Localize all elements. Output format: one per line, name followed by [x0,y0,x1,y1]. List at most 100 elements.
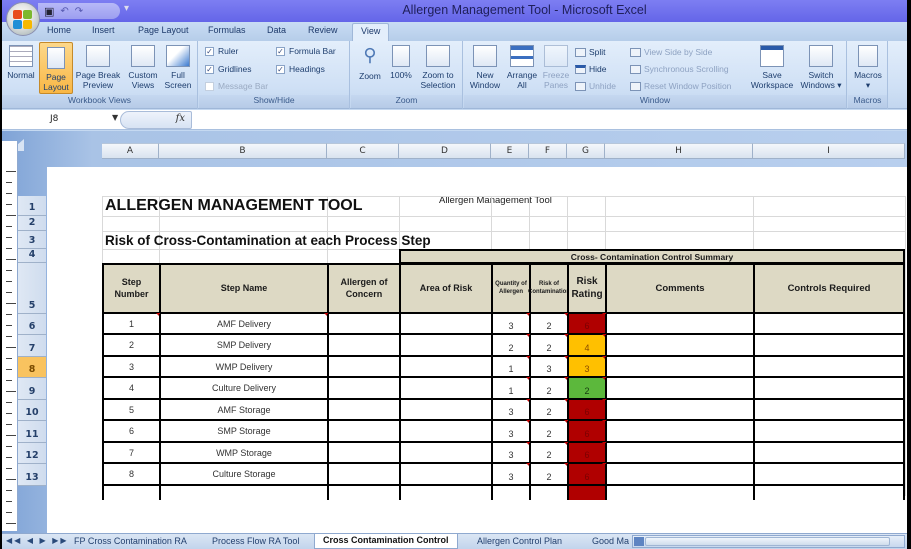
table-cell-name[interactable]: SMP Delivery [159,335,327,357]
table-cell-name[interactable]: WMP Storage [159,443,327,464]
redo-icon[interactable]: ↷ [75,6,83,17]
row-header-12[interactable]: 12 [18,443,46,464]
table-cell-name[interactable]: WMP Delivery [159,357,327,378]
split-button[interactable]: Split [575,47,606,57]
table-cell-comments[interactable] [605,378,753,400]
normal-view-button[interactable]: Normal [6,45,36,80]
table-header-step-number[interactable]: Step Number [102,263,159,314]
row-header-13[interactable]: 13 [18,464,46,486]
row-header-8[interactable]: 8 [18,357,46,378]
zoom-button[interactable]: ⚲ Zoom [355,45,385,81]
column-header-g[interactable]: G [567,143,605,159]
sheet-title[interactable]: ALLERGEN MANAGEMENT TOOL [105,196,362,216]
table-cell-area[interactable] [399,335,491,357]
scrollbar-thumb[interactable] [645,537,890,546]
page-break-preview-button[interactable]: Page Break Preview [74,45,122,90]
table-header-quantity-of-allergen[interactable]: Quantity of Allergen [491,263,529,314]
table-cell-rating[interactable]: 6 [567,399,606,421]
table-cell-step[interactable]: 2 [102,335,159,357]
headings-checkbox[interactable]: ✓ Headings [276,64,325,74]
save-workspace-button[interactable]: Save Workspace [748,45,796,90]
table-cell-comments[interactable] [605,335,753,357]
horizontal-scrollbar[interactable] [632,535,905,548]
table-cell-controls[interactable] [753,464,905,486]
column-header-a[interactable]: A [102,143,159,159]
tab-formulas[interactable]: Formulas [208,25,246,35]
table-cell-risk[interactable]: 2 [529,420,568,443]
table-cell-controls[interactable] [753,314,905,335]
arrange-all-button[interactable]: Arrange All [504,45,540,90]
table-header-controls-required[interactable]: Controls Required [753,263,905,314]
table-cell-step[interactable]: 3 [102,357,159,378]
table-cell-comments[interactable] [605,357,753,378]
table-cell-quantity[interactable]: 1 [491,356,530,378]
sheet-tab-process-flow-ra-tool[interactable]: Process Flow RA Tool [212,536,299,546]
row-header-4[interactable]: 4 [18,249,46,263]
formula-bar-checkbox[interactable]: ✓ Formula Bar [276,46,336,56]
row-header-6[interactable]: 6 [18,314,46,335]
table-cell-risk[interactable]: 2 [529,334,568,357]
table-cell-allergen[interactable] [327,400,399,421]
table-cell-risk[interactable]: 2 [529,442,568,464]
table-cell-name[interactable]: AMF Storage [159,400,327,421]
table-header-area-of-risk[interactable]: Area of Risk [399,263,491,314]
table-header-allergen-of-concern[interactable]: Allergen of Concern [327,263,399,314]
table-cell-area[interactable] [399,400,491,421]
full-screen-button[interactable]: Full Screen [162,45,194,90]
table-cell-risk[interactable]: 3 [529,356,568,378]
row-header-5[interactable]: 5 [18,263,46,314]
tab-insert[interactable]: Insert [92,25,115,35]
formula-input[interactable] [194,111,907,129]
table-cell-comments[interactable] [605,421,753,443]
table-cell-rating[interactable]: 6 [567,442,606,464]
name-box-dropdown-icon[interactable]: ▼ [112,113,118,122]
table-cell-comments[interactable] [605,443,753,464]
column-header-h[interactable]: H [605,143,753,159]
table-cell-comments[interactable] [605,314,753,335]
sheet-tab-good-ma[interactable]: Good Ma [592,536,629,546]
gridlines-checkbox[interactable]: ✓ Gridlines [205,64,252,74]
table-cell-rating[interactable]: 6 [567,463,606,486]
hide-button[interactable]: Hide [575,64,606,74]
row-header-1[interactable]: 1 [18,196,46,216]
office-button[interactable] [6,2,40,36]
switch-windows-button[interactable]: Switch Windows ▾ [798,45,844,90]
table-cell-area[interactable] [399,464,491,486]
table-cell-step[interactable]: 5 [102,400,159,421]
undo-icon[interactable]: ↶ [60,6,68,17]
sheet-tab-fp-cross-contamination-ra[interactable]: FP Cross Contamination RA [74,536,187,546]
table-cell-area[interactable] [399,443,491,464]
table-cell-allergen[interactable] [327,314,399,335]
table-cell-quantity[interactable]: 3 [491,463,530,486]
table-cell-area[interactable] [399,357,491,378]
row-header-3[interactable]: 3 [18,231,46,249]
table-cell-controls[interactable] [753,357,905,378]
table-cell-quantity[interactable]: 3 [491,399,530,421]
table-header-step-name[interactable]: Step Name [159,263,327,314]
table-cell-name[interactable]: AMF Delivery [159,313,328,335]
column-header-i[interactable]: I [753,143,905,159]
table-cell-name[interactable]: SMP Storage [159,421,327,443]
table-cell-step[interactable]: 1 [102,313,160,335]
tab-home[interactable]: Home [47,25,71,35]
tab-page-layout[interactable]: Page Layout [138,25,189,35]
row-header-2[interactable]: 2 [18,216,46,231]
table-header-comments[interactable]: Comments [605,263,753,314]
table-cell-rating[interactable]: 6 [567,313,606,335]
custom-views-button[interactable]: Custom Views [126,45,160,90]
table-cell-risk[interactable]: 2 [529,399,568,421]
macros-button[interactable]: Macros ▾ [851,45,885,90]
table-cell-quantity[interactable]: 3 [491,420,530,443]
table-cell-allergen[interactable] [327,421,399,443]
row-header-9[interactable]: 9 [18,378,46,400]
customize-qat-icon[interactable]: ▾ [124,3,129,14]
table-cell-comments[interactable] [605,464,753,486]
table-cell-controls[interactable] [753,378,905,400]
tab-data[interactable]: Data [267,25,286,35]
table-cell-quantity[interactable]: 1 [491,377,530,400]
column-header-d[interactable]: D [399,143,491,159]
sheet-tab-allergen-control-plan[interactable]: Allergen Control Plan [477,536,562,546]
table-cell-allergen[interactable] [327,443,399,464]
table-cell-quantity[interactable]: 2 [491,334,530,357]
table-cell-area[interactable] [399,378,491,400]
